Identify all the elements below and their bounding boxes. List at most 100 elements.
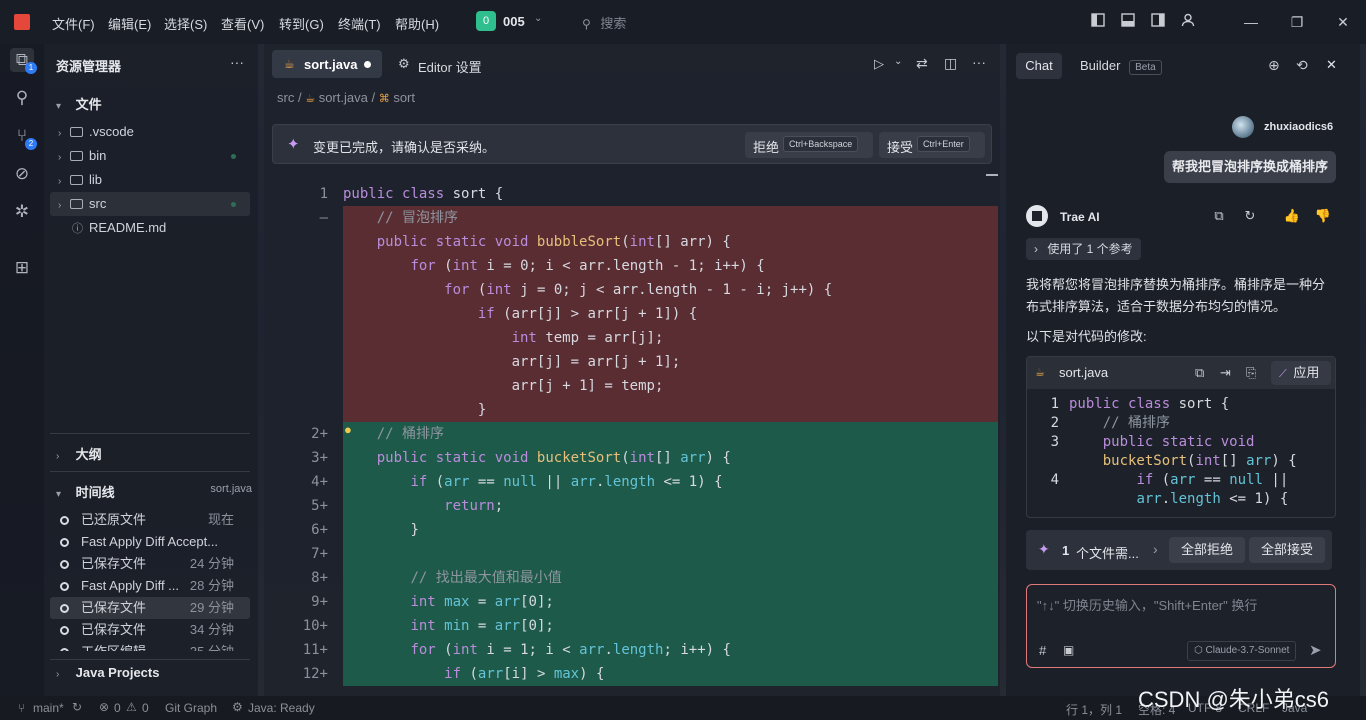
reject-all-button[interactable]: 全部拒绝	[1169, 537, 1245, 563]
maximize-icon[interactable]: ❐	[1288, 13, 1306, 31]
warnings-count[interactable]: 0	[142, 701, 149, 715]
breadcrumb-item[interactable]: src	[277, 90, 294, 105]
reject-button[interactable]: 拒绝 Ctrl+Backspace	[745, 132, 873, 158]
split-editor-icon[interactable]: ◫	[944, 55, 957, 72]
breadcrumb-item[interactable]: sort	[393, 90, 415, 105]
debug-icon[interactable]: ✲	[10, 200, 34, 224]
regenerate-icon[interactable]: ↻	[1238, 204, 1262, 228]
toggle-panel-icon[interactable]	[1119, 13, 1137, 31]
copy-icon[interactable]: ⧉	[1207, 204, 1231, 228]
menu-item[interactable]: 转到(G)	[279, 14, 324, 33]
tab-sort-java[interactable]: ☕ sort.java	[272, 50, 382, 78]
explorer-icon[interactable]: ⧉ 1	[10, 48, 37, 74]
timeline-item[interactable]: 已保存文件 24 分钟	[50, 553, 250, 575]
error-icon[interactable]: ⊗	[99, 700, 109, 714]
timeline-item[interactable]: Fast Apply Diff Accept...	[50, 531, 250, 553]
timeline-item[interactable]: Fast Apply Diff ... 28 分钟	[50, 575, 250, 597]
ai-avatar	[1026, 205, 1048, 227]
chevron-right-icon[interactable]: ›	[1153, 541, 1158, 557]
code-text: public static void bubbleSort(int[] arr)…	[376, 234, 731, 250]
run-icon[interactable]: ▷	[874, 56, 884, 72]
lightbulb-icon[interactable]: ●	[344, 422, 352, 437]
insert-icon[interactable]: ⇥	[1220, 365, 1231, 381]
chevron-down-icon[interactable]: ⌄	[894, 56, 902, 67]
tree-item[interactable]: › src	[50, 192, 250, 216]
history-icon[interactable]: ⟲	[1296, 57, 1308, 74]
java-status[interactable]: Java: Ready	[248, 701, 315, 715]
send-icon[interactable]: ➤	[1309, 641, 1322, 659]
close-window-icon[interactable]: ✕	[1334, 13, 1352, 31]
accept-button[interactable]: 接受 Ctrl+Enter	[879, 132, 985, 158]
code-text: int temp = arr[j];	[511, 330, 664, 346]
line-number: 8+	[311, 570, 328, 586]
breadcrumb-item[interactable]: sort.java	[319, 90, 368, 105]
tree-item[interactable]: › .vscode	[50, 120, 250, 144]
timeline-dot-icon	[60, 582, 69, 591]
chat-input[interactable]: "↑↓" 切换历史输入，"Shift+Enter" 换行 # ▣ ⬡ Claud…	[1026, 584, 1336, 668]
branch-name[interactable]: main*	[33, 701, 64, 715]
new-chat-icon[interactable]: ⊕	[1268, 57, 1280, 74]
timeline-section-header[interactable]: ▾ 时间线 sort.java	[56, 482, 252, 501]
outline-section-header[interactable]: › 大纲	[56, 444, 102, 463]
timeline-dot-icon	[60, 604, 69, 613]
copy-icon[interactable]: ⧉	[1195, 365, 1204, 381]
tab-editor-settings[interactable]: ⚙ Editor 设置	[394, 50, 514, 78]
menu-item[interactable]: 帮助(H)	[395, 14, 439, 33]
references-toggle[interactable]: › 使用了 1 个参考	[1026, 238, 1141, 260]
java-file-icon: ☕	[284, 57, 295, 71]
menu-item[interactable]: 文件(F)	[52, 14, 95, 33]
image-icon[interactable]: ▣	[1063, 643, 1074, 657]
accept-all-button[interactable]: 全部接受	[1249, 537, 1325, 563]
hash-icon[interactable]: #	[1039, 643, 1046, 658]
code-line: arr.length <= 1) {	[1027, 490, 1335, 509]
code-view[interactable]: 1 public class sort {— // 冒泡排序 public sta…	[264, 182, 1000, 696]
search-icon[interactable]: ⚲	[10, 86, 34, 110]
code-text: public class sort {	[343, 186, 504, 202]
outline-label: 大纲	[75, 447, 102, 462]
source-control-icon[interactable]: ⑂ 2	[10, 124, 37, 150]
more-actions-icon[interactable]: ···	[230, 54, 244, 70]
timeline-item[interactable]: 已还原文件 现在	[50, 509, 250, 531]
tree-item[interactable]: › lib	[50, 168, 250, 192]
tree-item[interactable]: › bin	[50, 144, 250, 168]
thumbs-up-icon[interactable]: 👍	[1280, 204, 1304, 228]
java-projects-header[interactable]: › Java Projects	[56, 665, 159, 680]
remote-icon[interactable]: ⊘	[10, 162, 34, 186]
toggle-sidebar-icon[interactable]	[1089, 13, 1107, 31]
java-file-icon: ☕	[305, 93, 316, 105]
chevron-right-icon: ›	[56, 451, 60, 462]
user-name: zhuxiaodics6	[1264, 121, 1334, 133]
tab-builder[interactable]: Builder Beta	[1080, 58, 1162, 75]
thumbs-down-icon[interactable]: 👎	[1311, 204, 1335, 228]
extensions-icon[interactable]: ⊞	[10, 256, 34, 280]
tree-item[interactable]: ⓘ README.md	[50, 216, 250, 240]
warning-icon[interactable]: ⚠	[126, 700, 137, 714]
timeline-item[interactable]: 工作区编辑 35 分钟	[50, 641, 250, 651]
more-actions-icon[interactable]: ···	[972, 54, 986, 70]
compare-changes-icon[interactable]: ⇄	[916, 55, 928, 72]
global-search[interactable]: ⚲ 搜索	[582, 13, 702, 31]
model-selector[interactable]: ⬡ Claude-3.7-Sonnet	[1187, 641, 1297, 661]
sync-icon[interactable]: ↻	[72, 700, 82, 714]
pending-label[interactable]: 个文件需...	[1076, 543, 1139, 562]
toggle-aux-bar-icon[interactable]	[1149, 13, 1167, 31]
close-icon[interactable]: ✕	[1326, 57, 1337, 73]
account-icon[interactable]	[1179, 13, 1197, 31]
branch-icon[interactable]: ⑂	[18, 701, 25, 715]
files-section-header[interactable]: ▾ 文件	[56, 94, 102, 113]
problems-count[interactable]: 0	[114, 701, 121, 715]
menu-item[interactable]: 终端(T)	[338, 14, 381, 33]
workspace-switcher[interactable]: 0 005 ⌄	[476, 11, 548, 33]
timeline-item[interactable]: 已保存文件 29 分钟	[50, 597, 250, 619]
timeline-item[interactable]: 已保存文件 34 分钟	[50, 619, 250, 641]
tab-chat[interactable]: Chat	[1016, 53, 1062, 79]
new-file-icon[interactable]: ⎘	[1246, 365, 1256, 381]
minimize-icon[interactable]: —	[1242, 13, 1260, 31]
cursor-position[interactable]: 行 1，列 1	[1066, 701, 1122, 718]
menu-item[interactable]: 选择(S)	[164, 14, 207, 33]
apply-button[interactable]: ⟋ 应用	[1271, 361, 1331, 385]
menu-item[interactable]: 查看(V)	[221, 14, 264, 33]
unsaved-dot-icon[interactable]	[364, 61, 371, 68]
menu-item[interactable]: 编辑(E)	[108, 14, 151, 33]
git-graph[interactable]: Git Graph	[165, 701, 217, 715]
